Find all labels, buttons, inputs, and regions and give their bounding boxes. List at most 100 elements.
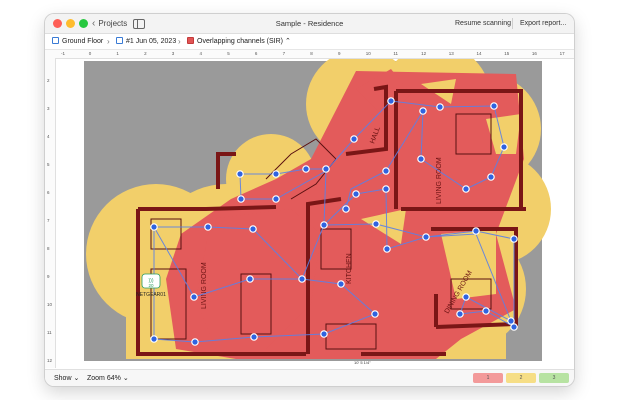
heatmap-view: LIVING ROOM KITCHEN LIVING ROOM DINING R… bbox=[84, 59, 551, 365]
ruler-tick: 13 bbox=[448, 51, 454, 56]
survey-point[interactable] bbox=[237, 195, 245, 203]
survey-point[interactable] bbox=[337, 280, 345, 288]
ruler-tick: 12 bbox=[421, 51, 427, 56]
chevron-right-icon: › bbox=[107, 37, 110, 46]
show-menu-button[interactable]: Show ⌄ bbox=[54, 374, 79, 383]
ruler-tick: 7 bbox=[47, 218, 50, 223]
floor-plan-icon bbox=[52, 37, 59, 44]
minimize-window-button[interactable] bbox=[66, 19, 75, 28]
ruler-tick: 11 bbox=[393, 51, 399, 56]
survey-point[interactable] bbox=[249, 225, 257, 233]
ruler-tick: 2 bbox=[47, 78, 50, 83]
survey-point[interactable] bbox=[150, 335, 158, 343]
ruler-tick: -1 bbox=[61, 51, 66, 56]
survey-point[interactable] bbox=[462, 293, 470, 301]
sidebar-toggle-icon[interactable] bbox=[133, 19, 145, 29]
survey-point[interactable] bbox=[482, 307, 490, 315]
ruler-tick: 3 bbox=[171, 51, 175, 56]
survey-point[interactable] bbox=[342, 205, 350, 213]
survey-point[interactable] bbox=[350, 135, 358, 143]
visualization-selector[interactable]: Overlapping channels (SIR) ⌃ bbox=[187, 36, 291, 47]
ruler-tick: 14 bbox=[476, 51, 482, 56]
heatmap-icon bbox=[187, 37, 194, 44]
survey-point[interactable] bbox=[191, 338, 199, 346]
survey-point[interactable] bbox=[372, 220, 380, 228]
toolbar-divider bbox=[512, 18, 513, 29]
back-label: Projects bbox=[98, 19, 128, 28]
survey-point[interactable] bbox=[320, 330, 328, 338]
survey-point[interactable] bbox=[320, 221, 328, 229]
survey-point[interactable] bbox=[352, 190, 360, 198]
ruler-tick: 9 bbox=[47, 274, 50, 279]
survey-point[interactable] bbox=[250, 333, 258, 341]
survey-point[interactable] bbox=[302, 165, 310, 173]
breadcrumb-floor[interactable]: Ground Floor bbox=[52, 36, 103, 47]
survey-point[interactable] bbox=[150, 223, 158, 231]
visualization-label: Overlapping channels (SIR) bbox=[197, 38, 283, 45]
survey-point[interactable] bbox=[298, 275, 306, 283]
survey-point[interactable] bbox=[510, 323, 518, 331]
ap-channel: 20 bbox=[148, 283, 154, 288]
ruler-tick: 6 bbox=[254, 51, 258, 56]
ruler-tick: 10 bbox=[365, 51, 371, 56]
survey-point[interactable] bbox=[510, 235, 518, 243]
survey-point[interactable] bbox=[204, 223, 212, 231]
ruler-tick: 7 bbox=[282, 51, 286, 56]
ruler-tick: 6 bbox=[47, 190, 50, 195]
survey-point[interactable] bbox=[382, 167, 390, 175]
ruler-tick: 9 bbox=[338, 51, 341, 56]
ruler-tick: 4 bbox=[47, 134, 50, 139]
export-report-button[interactable]: Export report... bbox=[520, 16, 566, 31]
floor-plan-canvas[interactable]: LIVING ROOM KITCHEN LIVING ROOM DINING R… bbox=[56, 59, 569, 368]
zoom-window-button[interactable] bbox=[79, 19, 88, 28]
legend-red: 1 bbox=[473, 373, 503, 383]
resume-scanning-button[interactable]: Resume scanning bbox=[455, 16, 511, 31]
survey-point[interactable] bbox=[419, 107, 427, 115]
breadcrumb: Ground Floor › #1 Jun 05, 2023 › Overlap… bbox=[45, 34, 574, 66]
legend-yellow: 2 bbox=[506, 373, 536, 383]
ruler-tick: 1 bbox=[116, 51, 119, 56]
ruler-tick: 8 bbox=[310, 51, 313, 56]
survey-point[interactable] bbox=[422, 233, 430, 241]
survey-label: #1 Jun 05, 2023 bbox=[126, 38, 177, 45]
survey-point[interactable] bbox=[507, 317, 515, 325]
survey-point[interactable] bbox=[436, 103, 444, 111]
survey-point[interactable] bbox=[383, 245, 391, 253]
room-label: LIVING ROOM bbox=[201, 262, 208, 309]
zoom-menu-button[interactable]: Zoom 64% ⌄ bbox=[87, 374, 129, 383]
close-window-button[interactable] bbox=[53, 19, 62, 28]
breadcrumb-survey[interactable]: #1 Jun 05, 2023 bbox=[116, 36, 176, 47]
ruler-tick: 8 bbox=[47, 246, 50, 251]
survey-point[interactable] bbox=[236, 170, 244, 178]
survey-point[interactable] bbox=[500, 143, 508, 151]
survey-point[interactable] bbox=[246, 275, 254, 283]
survey-point[interactable] bbox=[371, 310, 379, 318]
title-bar: ‹ Projects Sample - Residence Resume scan… bbox=[45, 14, 574, 34]
survey-point[interactable] bbox=[487, 173, 495, 181]
updown-chevron-icon: ⌃ bbox=[283, 38, 291, 45]
survey-icon bbox=[116, 37, 123, 44]
ap-name: NETGEAR01 bbox=[136, 292, 166, 298]
survey-point[interactable] bbox=[190, 293, 198, 301]
chevron-right-icon: › bbox=[178, 37, 181, 46]
ruler-tick: 5 bbox=[47, 162, 50, 167]
ruler-tick: 0 bbox=[88, 51, 92, 56]
survey-point[interactable] bbox=[382, 185, 390, 193]
ruler-tick: 4 bbox=[199, 51, 203, 56]
survey-point[interactable] bbox=[322, 165, 330, 173]
survey-point[interactable] bbox=[490, 102, 498, 110]
survey-point[interactable] bbox=[417, 155, 425, 163]
dimension-label: 10' 5 1/4" bbox=[354, 360, 371, 365]
survey-point[interactable] bbox=[462, 185, 470, 193]
floor-label: Ground Floor bbox=[62, 38, 104, 45]
survey-point[interactable] bbox=[272, 195, 280, 203]
back-to-projects-button[interactable]: ‹ Projects bbox=[92, 16, 127, 31]
survey-point[interactable] bbox=[456, 310, 464, 318]
chevron-down-icon: ⌄ bbox=[122, 375, 129, 382]
app-window: ‹ Projects Sample - Residence Resume scan… bbox=[45, 14, 574, 386]
survey-point[interactable] bbox=[472, 227, 480, 235]
ruler-tick: 10 bbox=[47, 302, 53, 307]
room-label: KITCHEN bbox=[346, 253, 353, 284]
survey-point[interactable] bbox=[272, 170, 280, 178]
survey-point[interactable] bbox=[387, 97, 395, 105]
